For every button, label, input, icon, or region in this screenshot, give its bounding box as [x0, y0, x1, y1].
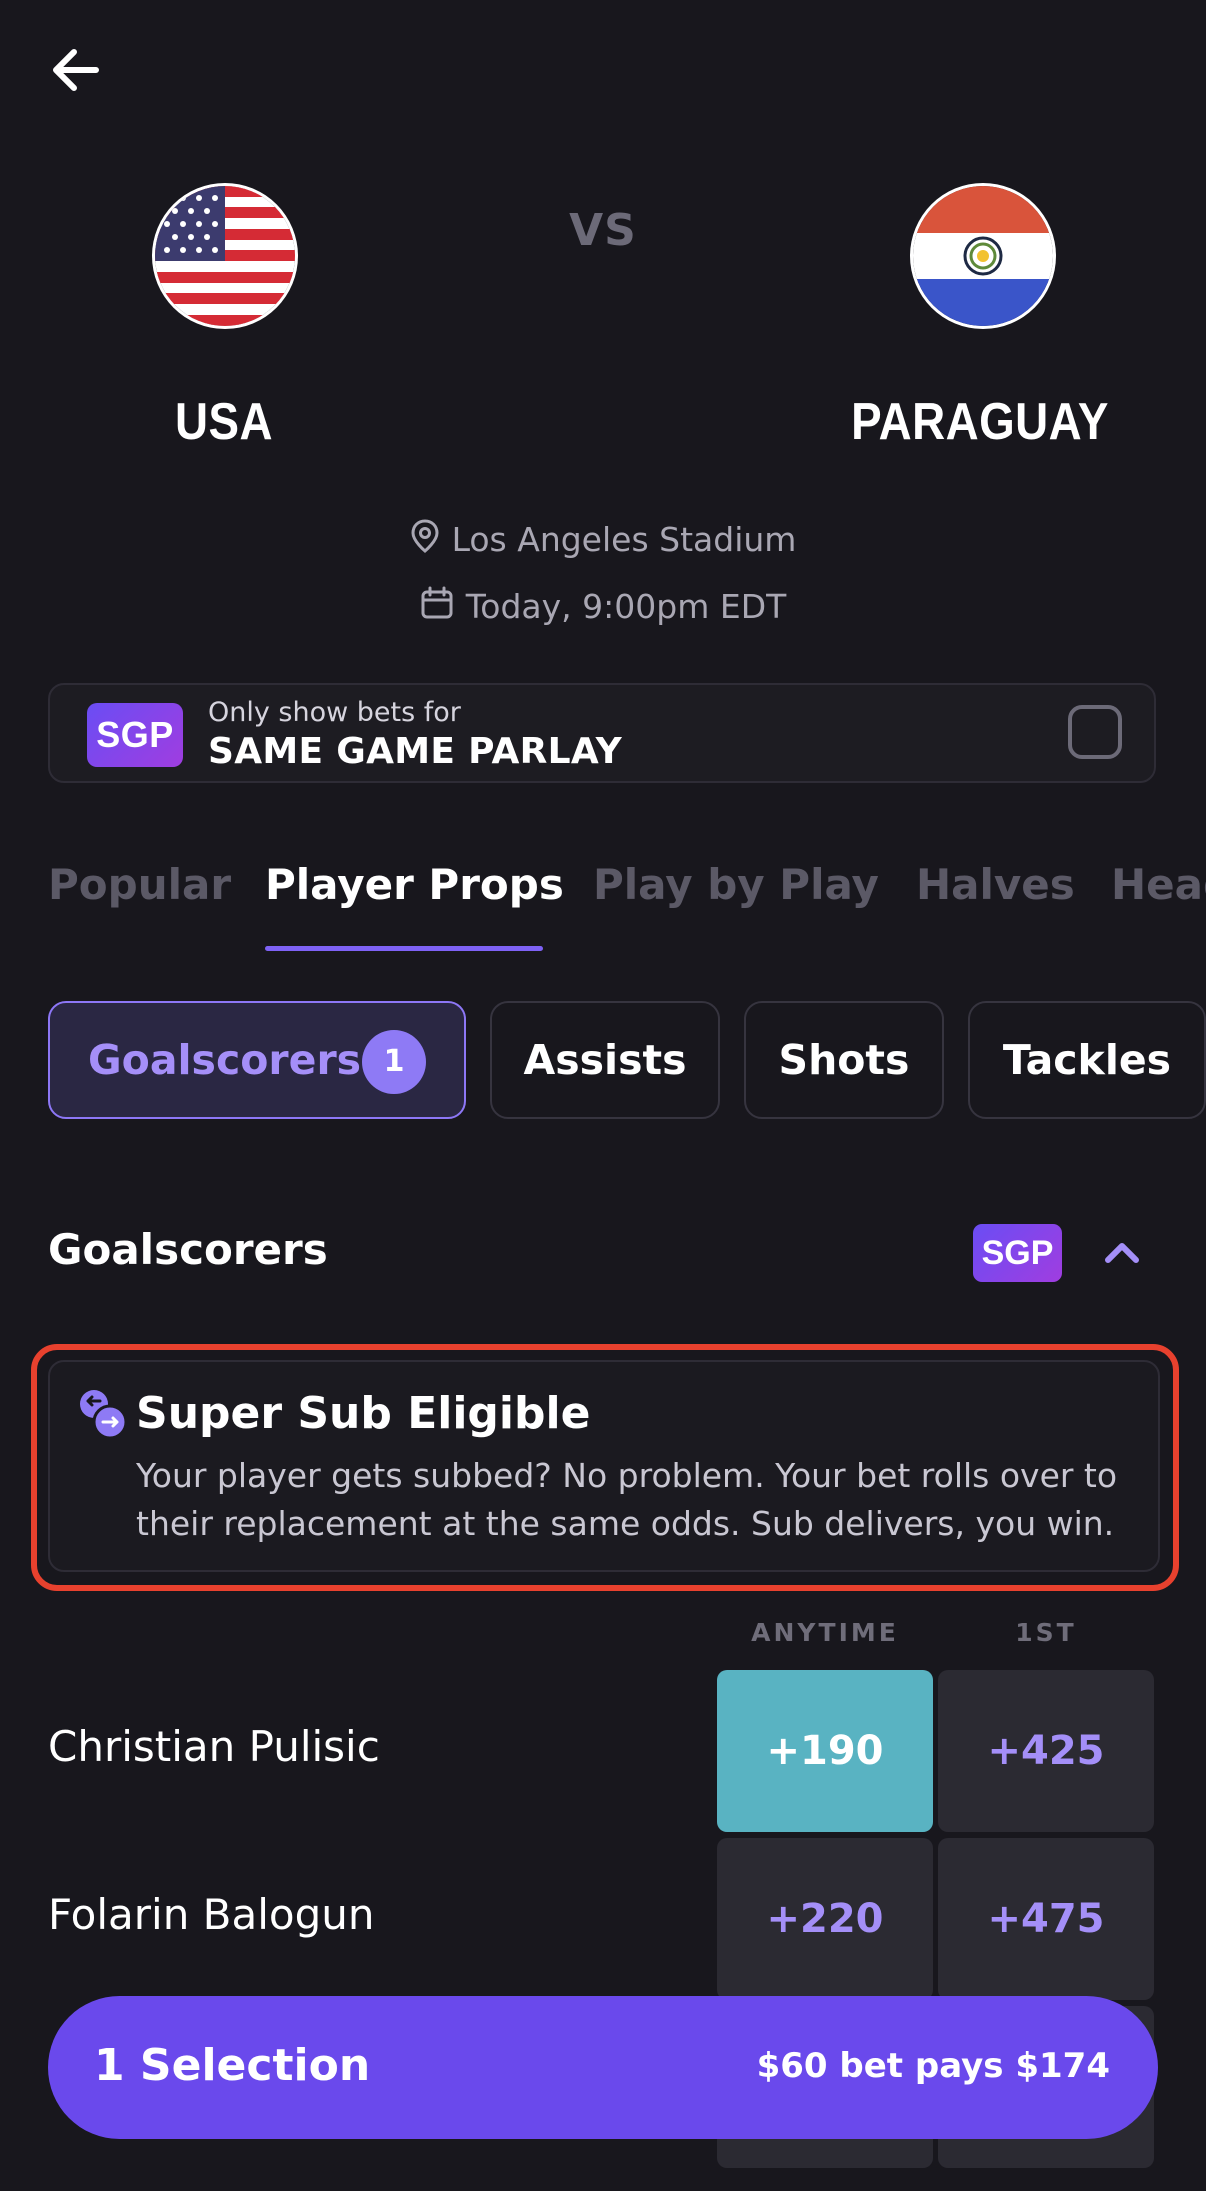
sgp-filter-card[interactable]: SGP Only show bets for SAME GAME PARLAY [48, 683, 1156, 783]
super-sub-title: Super Sub Eligible [136, 1388, 591, 1439]
super-sub-description: Your player gets subbed? No problem. You… [136, 1456, 1118, 1543]
sgp-badge: SGP [87, 703, 183, 767]
chevron-up-icon [1105, 1243, 1139, 1263]
tab-player-props[interactable]: Player Props [265, 860, 564, 909]
chip-count-badge: 1 [362, 1030, 426, 1094]
chip-assists[interactable]: Assists [490, 1001, 720, 1119]
back-button[interactable] [44, 38, 108, 102]
active-tab-indicator [265, 946, 543, 951]
location-pin-icon [410, 518, 440, 561]
super-sub-card: Super Sub Eligible Your player gets subb… [48, 1360, 1160, 1572]
usa-flag [155, 186, 295, 326]
chip-goalscorers-label: Goalscorers [88, 1036, 362, 1084]
calendar-icon [420, 586, 454, 628]
player-name: Christian Pulisic [48, 1722, 380, 1771]
tab-halves[interactable]: Halves [916, 860, 1075, 909]
selection-count: 1 Selection [94, 2040, 371, 2091]
date-text: Today, 9:00pm EDT [465, 587, 787, 626]
substitution-icon [76, 1388, 132, 1444]
odds-anytime-pulisic[interactable]: +190 [717, 1670, 933, 1832]
column-header-anytime: ANYTIME [751, 1618, 899, 1647]
paraguay-flag [913, 186, 1053, 326]
bet-slip-bar[interactable]: 1 Selection $60 bet pays $174 [48, 1996, 1158, 2139]
sgp-caption: Only show bets for [208, 697, 461, 728]
player-name: Folarin Balogun [48, 1890, 375, 1939]
tab-play-by-play[interactable]: Play by Play [593, 860, 879, 909]
column-header-first: 1ST [1015, 1618, 1077, 1647]
odds-first-balogun[interactable]: +475 [938, 1838, 1154, 2000]
sgp-checkbox[interactable] [1068, 705, 1122, 759]
venue-row: Los Angeles Stadium [0, 518, 1206, 561]
chip-goalscorers[interactable]: Goalscorers 1 [48, 1001, 466, 1119]
home-team-name: USA [175, 393, 273, 451]
bet-payout: $60 bet pays $174 [756, 2046, 1110, 2086]
away-team-name: PARAGUAY [851, 393, 1109, 451]
odds-anytime-balogun[interactable]: +220 [717, 1838, 933, 2000]
collapse-button[interactable] [1100, 1232, 1144, 1276]
arrow-left-icon [53, 49, 99, 91]
section-sgp-badge: SGP [973, 1224, 1062, 1282]
chip-tackles[interactable]: Tackles [968, 1001, 1206, 1119]
odds-first-pulisic[interactable]: +425 [938, 1670, 1154, 1832]
tab-head[interactable]: Head [1111, 860, 1206, 909]
tab-popular[interactable]: Popular [48, 860, 231, 909]
vs-label: VS [569, 205, 637, 256]
venue-text: Los Angeles Stadium [451, 520, 797, 559]
chip-shots[interactable]: Shots [744, 1001, 944, 1119]
sgp-title: SAME GAME PARLAY [208, 731, 622, 772]
section-title: Goalscorers [48, 1225, 328, 1274]
date-row: Today, 9:00pm EDT [0, 585, 1206, 628]
